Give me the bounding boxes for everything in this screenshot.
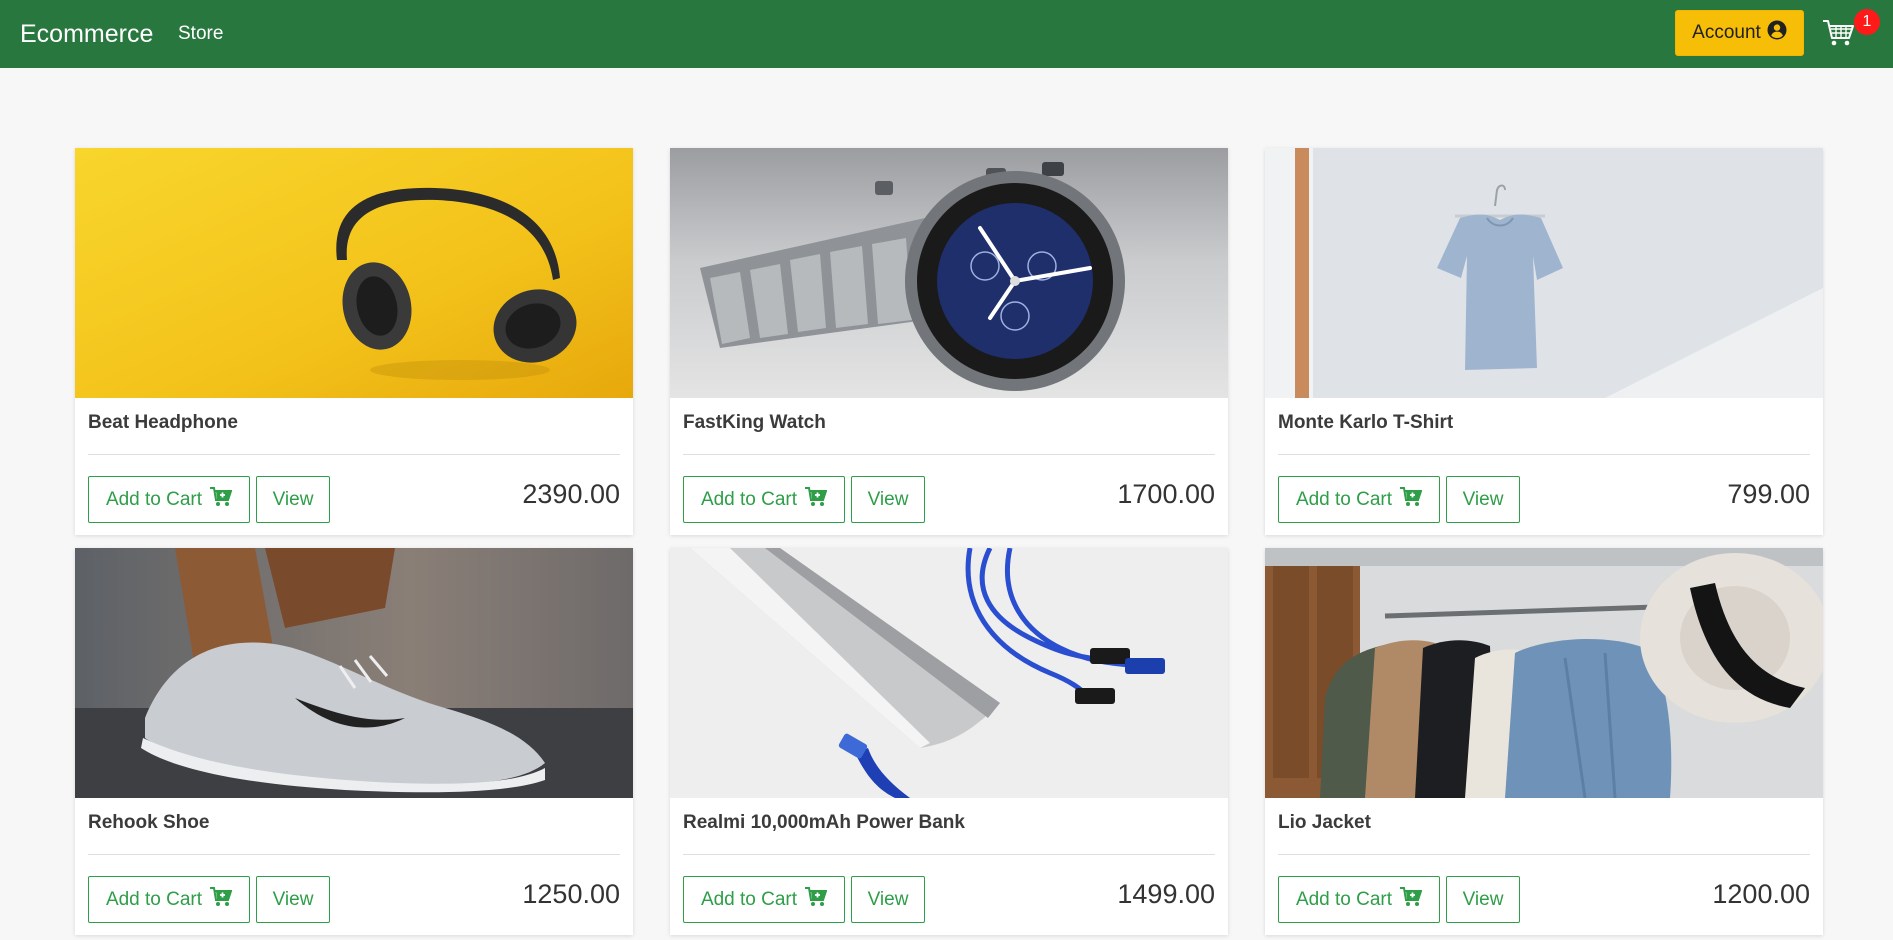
add-to-cart-button[interactable]: Add to Cart — [88, 876, 250, 923]
product-title[interactable]: Beat Headphone — [88, 411, 238, 435]
product-image-shoe[interactable] — [75, 548, 633, 798]
product-title[interactable]: Lio Jacket — [1278, 811, 1371, 835]
card-divider — [683, 854, 1215, 855]
add-to-cart-button[interactable]: Add to Cart — [1278, 876, 1440, 923]
product-title[interactable]: Rehook Shoe — [88, 811, 209, 835]
product-image-headphones[interactable] — [75, 148, 633, 398]
product-price: 2390.00 — [522, 479, 620, 509]
add-to-cart-label: Add to Cart — [105, 488, 203, 510]
cart-plus-icon — [805, 886, 828, 913]
product-price: 1700.00 — [1117, 479, 1215, 509]
account-button-label: Account — [1692, 22, 1761, 43]
product-image-power-bank[interactable] — [670, 548, 1228, 798]
card-divider — [88, 854, 620, 855]
product-title[interactable]: FastKing Watch — [683, 411, 826, 435]
card-divider — [88, 454, 620, 455]
top-navbar: Ecommerce Store Account 1 — [0, 0, 1893, 68]
brand-logo[interactable]: Ecommerce — [20, 18, 153, 50]
product-card: Beat Headphone Add to Cart View 2390.00 — [75, 148, 633, 535]
view-button[interactable]: View — [851, 476, 925, 523]
product-title[interactable]: Monte Karlo T-Shirt — [1278, 411, 1453, 435]
product-card: Lio Jacket Add to Cart View 1200.00 — [1265, 548, 1823, 935]
add-to-cart-button[interactable]: Add to Cart — [88, 476, 250, 523]
card-divider — [1278, 454, 1810, 455]
product-price: 799.00 — [1727, 479, 1810, 509]
product-card: Rehook Shoe Add to Cart View 1250.00 — [75, 548, 633, 935]
product-grid: Beat Headphone Add to Cart View 2390.00 — [75, 148, 1824, 935]
product-image-watch[interactable] — [670, 148, 1228, 398]
product-price: 1499.00 — [1117, 879, 1215, 909]
cart-plus-icon — [210, 486, 233, 513]
product-price: 1200.00 — [1712, 879, 1810, 909]
cart-count-badge: 1 — [1854, 9, 1880, 35]
add-to-cart-label: Add to Cart — [700, 488, 798, 510]
add-to-cart-label: Add to Cart — [700, 888, 798, 910]
product-card: Realmi 10,000mAh Power Bank Add to Cart … — [670, 548, 1228, 935]
account-button[interactable]: Account — [1675, 10, 1804, 56]
view-button[interactable]: View — [256, 876, 330, 923]
card-divider — [1278, 854, 1810, 855]
product-image-jacket[interactable] — [1265, 548, 1823, 798]
view-button[interactable]: View — [256, 476, 330, 523]
add-to-cart-label: Add to Cart — [1295, 888, 1393, 910]
add-to-cart-label: Add to Cart — [1295, 488, 1393, 510]
add-to-cart-button[interactable]: Add to Cart — [683, 476, 845, 523]
product-image-t-shirt[interactable] — [1265, 148, 1823, 398]
user-circle-icon — [1767, 20, 1787, 46]
cart-plus-icon — [1400, 486, 1423, 513]
add-to-cart-button[interactable]: Add to Cart — [683, 876, 845, 923]
cart-plus-icon — [1400, 886, 1423, 913]
product-price: 1250.00 — [522, 879, 620, 909]
nav-link-store[interactable]: Store — [178, 22, 223, 46]
shopping-cart-icon — [1822, 20, 1856, 52]
cart-plus-icon — [210, 886, 233, 913]
view-button[interactable]: View — [1446, 876, 1520, 923]
product-card: FastKing Watch Add to Cart View 1700.00 — [670, 148, 1228, 535]
add-to-cart-button[interactable]: Add to Cart — [1278, 476, 1440, 523]
view-button[interactable]: View — [851, 876, 925, 923]
product-card: Monte Karlo T-Shirt Add to Cart View 799… — [1265, 148, 1823, 535]
view-button[interactable]: View — [1446, 476, 1520, 523]
cart-plus-icon — [805, 486, 828, 513]
product-title[interactable]: Realmi 10,000mAh Power Bank — [683, 811, 965, 835]
card-divider — [683, 454, 1215, 455]
add-to-cart-label: Add to Cart — [105, 888, 203, 910]
